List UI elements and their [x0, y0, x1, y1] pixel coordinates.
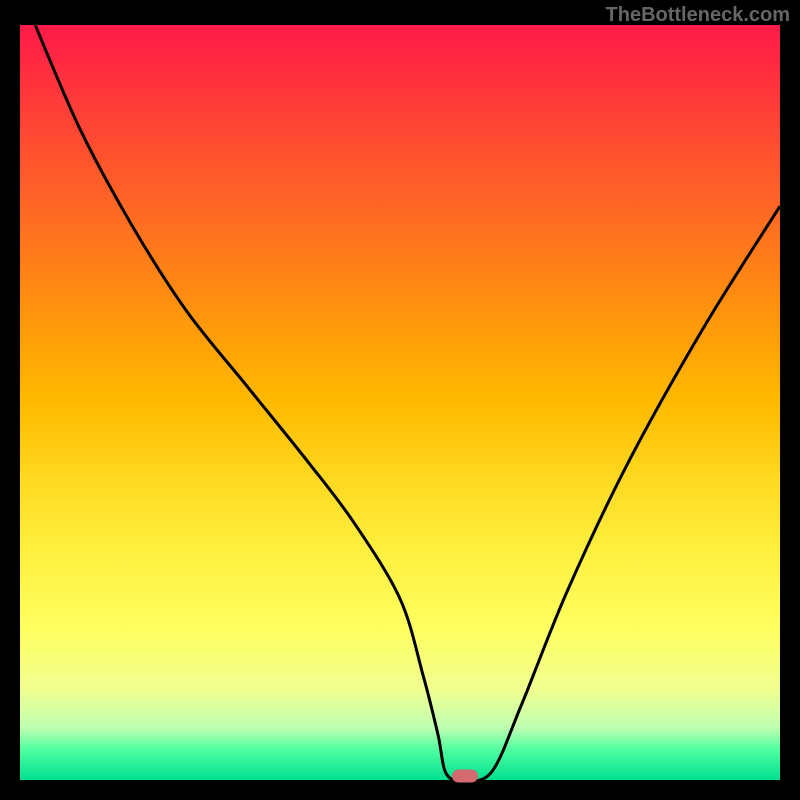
plot-area: [20, 25, 780, 780]
watermark-text: TheBottleneck.com: [606, 4, 790, 27]
curve-svg: [20, 25, 780, 780]
bottleneck-curve: [35, 25, 780, 780]
chart-container: TheBottleneck.com: [0, 0, 800, 800]
optimum-marker: [452, 770, 478, 783]
